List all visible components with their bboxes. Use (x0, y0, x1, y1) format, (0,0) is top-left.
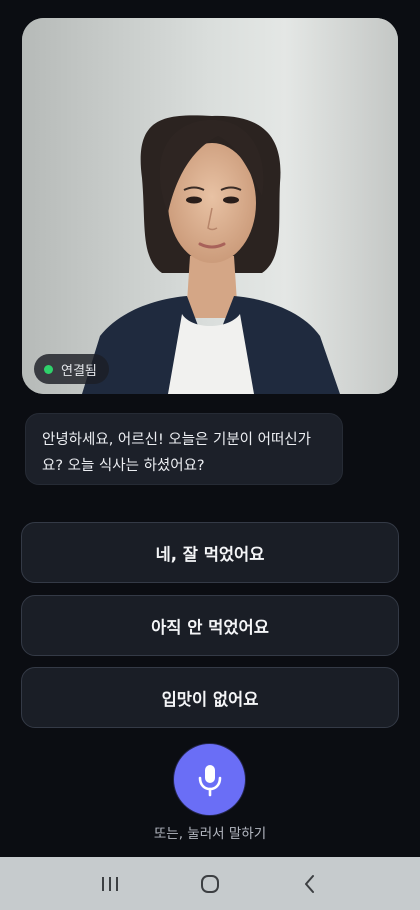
assistant-message-bubble: 안녕하세요, 어르신! 오늘은 기분이 어떠신가요? 오늘 식사는 하셨어요? (25, 413, 343, 485)
status-dot-icon (44, 364, 53, 374)
reply-label: 네, 잘 먹었어요 (155, 544, 265, 564)
reply-label: 아직 안 먹었어요 (151, 617, 269, 637)
microphone-icon (198, 764, 221, 796)
avatar-video: 연결됨 (22, 18, 398, 394)
assistant-message-text: 안녕하세요, 어르신! 오늘은 기분이 어떠신가요? 오늘 식사는 하셨어요? (42, 432, 311, 474)
reply-label: 입맛이 없어요 (161, 689, 259, 709)
back-icon (305, 874, 314, 893)
back-button[interactable] (290, 864, 330, 904)
connection-status-badge: 연결됨 (34, 354, 109, 384)
microphone-button[interactable] (174, 744, 245, 815)
home-button[interactable] (190, 864, 230, 904)
recent-apps-button[interactable] (90, 864, 130, 904)
avatar-portrait (22, 18, 398, 394)
connection-status-label: 연결됨 (61, 363, 97, 379)
reply-ate-well-button[interactable]: 네, 잘 먹었어요 (21, 522, 399, 583)
home-icon (201, 874, 219, 893)
reply-not-eaten-button[interactable]: 아직 안 먹었어요 (21, 595, 399, 656)
recent-apps-icon (102, 876, 118, 891)
voice-hint-text: 또는, 눌러서 말하기 (153, 826, 267, 842)
reply-no-appetite-button[interactable]: 입맛이 없어요 (21, 667, 399, 728)
system-navigation-bar (0, 857, 420, 910)
